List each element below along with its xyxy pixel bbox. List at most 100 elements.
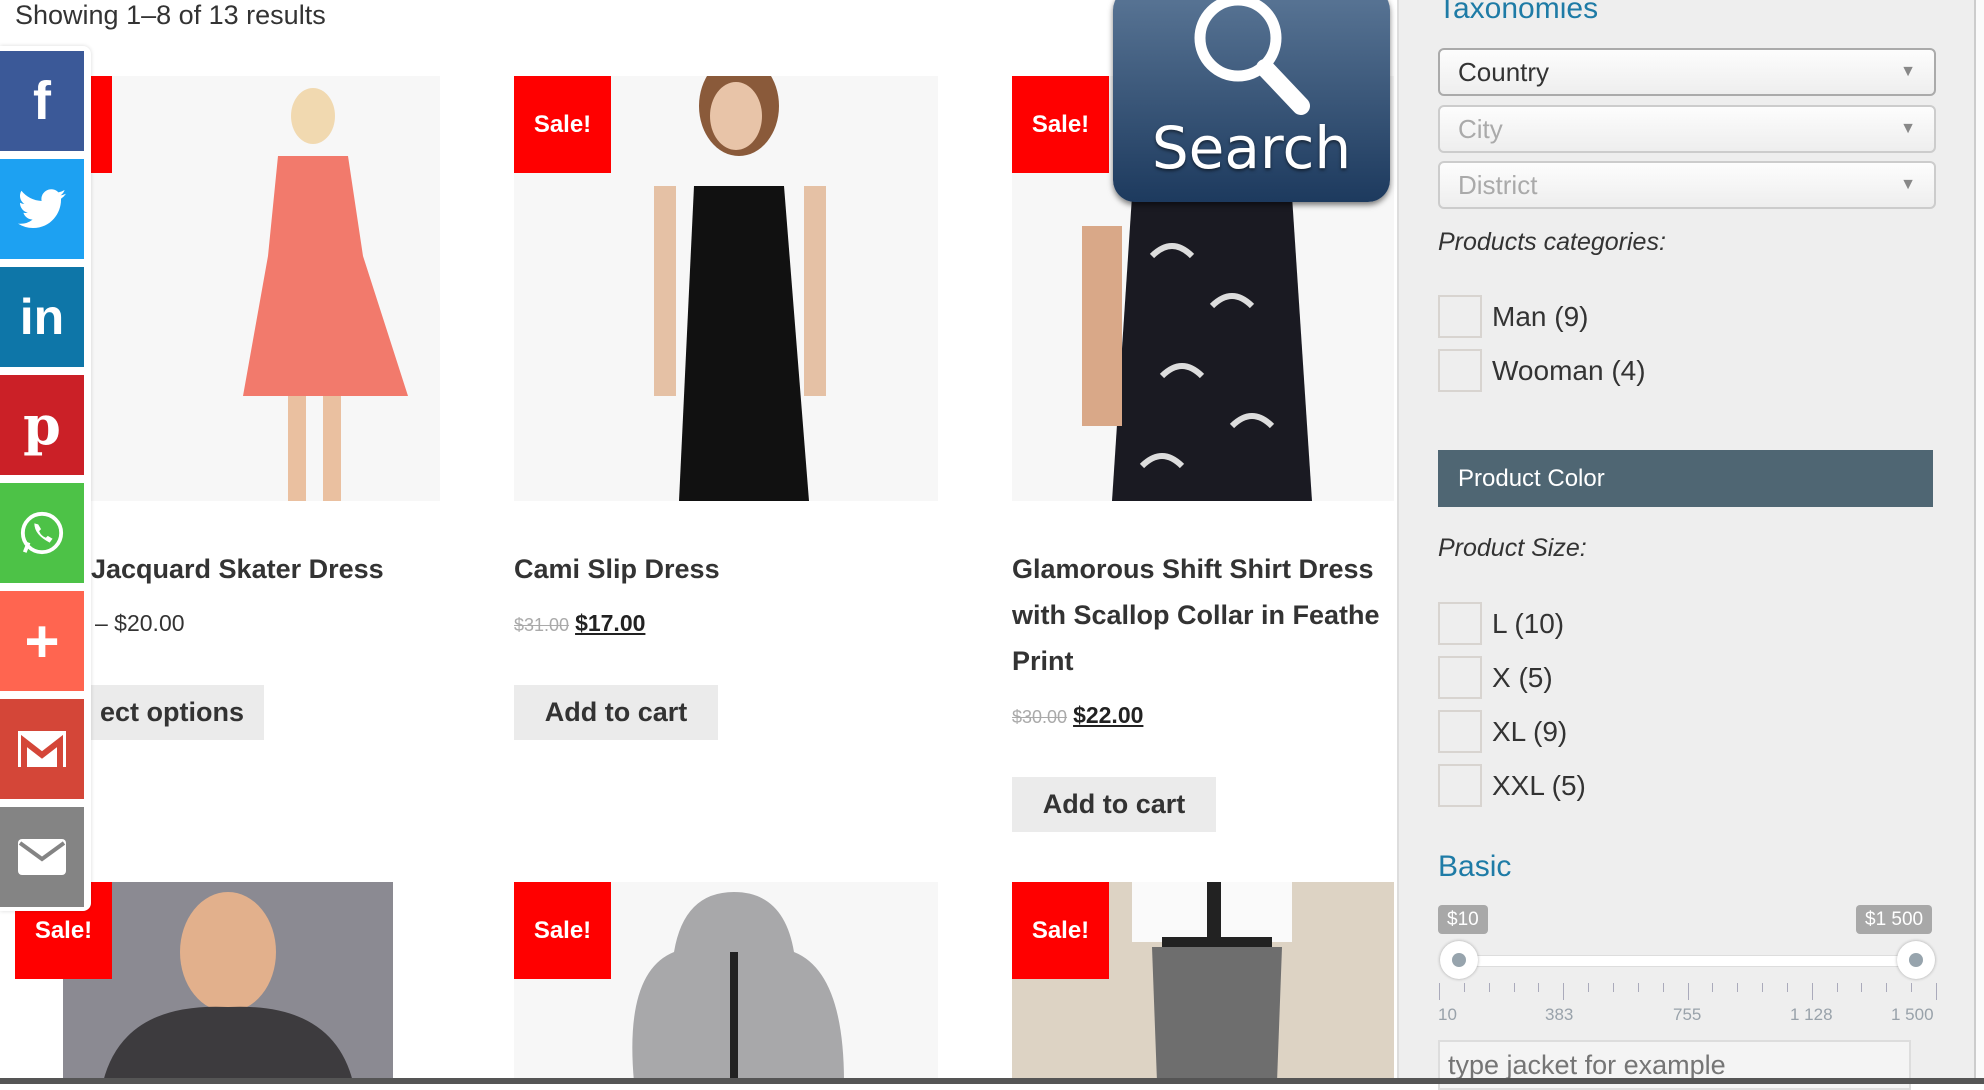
title-line: Glamorous Shift Shirt Dress xyxy=(1012,554,1374,584)
select-options-button[interactable]: ect options xyxy=(80,685,264,740)
facebook-icon: f xyxy=(33,71,51,131)
slider-tick xyxy=(1612,983,1614,992)
checkbox[interactable] xyxy=(1438,349,1482,392)
sale-badge: Sale! xyxy=(514,882,611,979)
slider-tick xyxy=(1488,983,1490,992)
product-image[interactable] xyxy=(63,76,440,501)
gmail-icon xyxy=(18,731,66,767)
pinterest-icon: p xyxy=(23,393,61,457)
sale-badge: Sale! xyxy=(1012,76,1109,173)
checkbox[interactable] xyxy=(1438,764,1482,807)
categories-label: Products categories: xyxy=(1438,228,1666,256)
result-count: Showing 1–8 of 13 results xyxy=(15,0,326,30)
slider-tick xyxy=(1762,983,1764,992)
email-share-button[interactable] xyxy=(0,807,84,907)
tick-label: 383 xyxy=(1545,1005,1574,1024)
slider-tick xyxy=(1886,983,1888,992)
product-title[interactable]: Jacquard Skater Dress xyxy=(91,546,384,592)
slider-tick xyxy=(1662,983,1664,992)
sale-badge: Sale! xyxy=(1012,882,1109,979)
tick-label: 1 128 xyxy=(1790,1005,1833,1024)
tick-label: 10 xyxy=(1438,1005,1457,1024)
size-checkbox[interactable]: X (5) xyxy=(1438,656,1553,699)
size-checkbox[interactable]: XXL (5) xyxy=(1438,764,1586,807)
tick-label: 1 500 xyxy=(1891,1005,1934,1024)
slider-tick xyxy=(1687,983,1689,1000)
slider-tick xyxy=(1936,983,1937,1000)
price-max-badge: $1 500 xyxy=(1856,905,1933,934)
email-icon xyxy=(18,839,66,875)
twitter-share-button[interactable] xyxy=(0,159,84,259)
slider-tick xyxy=(1463,983,1465,992)
slider-tick xyxy=(1811,983,1813,1000)
title-line: Print xyxy=(1012,646,1074,676)
district-select[interactable]: District ▼ xyxy=(1438,161,1936,209)
pinterest-share-button[interactable]: p xyxy=(0,375,84,475)
price-slider-max-handle[interactable] xyxy=(1897,941,1935,979)
product-title[interactable]: Cami Slip Dress xyxy=(514,546,720,592)
tick-label: 755 xyxy=(1673,1005,1702,1024)
sale-price: $17.00 xyxy=(575,610,646,636)
city-select-value: City xyxy=(1458,113,1503,144)
chevron-down-icon: ▼ xyxy=(1900,176,1916,193)
search-overlay-button[interactable]: Search xyxy=(1113,0,1390,202)
product-color-toggle[interactable]: Product Color xyxy=(1438,450,1933,507)
price-slider-min-handle[interactable] xyxy=(1440,941,1478,979)
category-checkbox[interactable]: Wooman (4) xyxy=(1438,349,1646,392)
checkbox-label: L (10) xyxy=(1492,607,1565,639)
product-title[interactable]: Glamorous Shift Shirt Dress with Scallop… xyxy=(1012,546,1397,684)
slider-tick xyxy=(1538,983,1540,992)
twitter-icon xyxy=(18,189,66,228)
size-label: Product Size: xyxy=(1438,534,1587,562)
sale-badge: Sale! xyxy=(514,76,611,173)
checkbox-label: X (5) xyxy=(1492,661,1553,693)
slider-tick xyxy=(1861,983,1863,992)
basic-title: Basic xyxy=(1438,850,1512,883)
product-price: $31.00 $17.00 xyxy=(514,610,645,637)
category-checkbox[interactable]: Man (9) xyxy=(1438,295,1588,338)
product-image[interactable] xyxy=(63,882,393,1082)
whatsapp-icon xyxy=(20,511,64,555)
sale-price: $22.00 xyxy=(1073,702,1144,728)
plus-icon: + xyxy=(24,607,60,675)
chevron-down-icon: ▼ xyxy=(1900,63,1916,80)
linkedin-share-button[interactable]: in xyxy=(0,267,84,367)
size-checkbox[interactable]: XL (9) xyxy=(1438,710,1567,753)
product-price: – $20.00 xyxy=(95,610,185,636)
checkbox[interactable] xyxy=(1438,656,1482,699)
checkbox-label: Man (9) xyxy=(1492,300,1589,332)
checkbox[interactable] xyxy=(1438,295,1482,338)
checkbox-label: XXL (5) xyxy=(1492,769,1586,801)
product-price: $30.00 $22.00 xyxy=(1012,702,1143,729)
city-select[interactable]: City ▼ xyxy=(1438,105,1936,153)
size-checkbox[interactable]: L (10) xyxy=(1438,602,1564,645)
window-bottom-edge xyxy=(0,1078,1984,1084)
slider-tick xyxy=(1737,983,1739,992)
checkbox[interactable] xyxy=(1438,710,1482,753)
checkbox[interactable] xyxy=(1438,602,1482,645)
add-to-cart-button[interactable]: Add to cart xyxy=(514,685,718,740)
price-min-badge: $10 xyxy=(1438,905,1488,934)
social-share-bar: f in p + xyxy=(0,46,91,911)
checkbox-label: Wooman (4) xyxy=(1492,354,1646,386)
old-price: $30.00 xyxy=(1012,707,1068,727)
facebook-share-button[interactable]: f xyxy=(0,51,84,151)
slider-tick xyxy=(1786,983,1788,992)
add-to-cart-button[interactable]: Add to cart xyxy=(1012,777,1216,832)
slider-tick xyxy=(1513,983,1515,992)
price-slider-track[interactable] xyxy=(1450,955,1920,967)
whatsapp-share-button[interactable] xyxy=(0,483,84,583)
search-label: Search xyxy=(1151,114,1352,182)
slider-tick xyxy=(1439,983,1440,1000)
linkedin-icon: in xyxy=(19,289,65,345)
chevron-down-icon: ▼ xyxy=(1900,120,1916,137)
slider-tick xyxy=(1911,983,1913,992)
country-select[interactable]: Country ▼ xyxy=(1438,48,1936,96)
slider-tick xyxy=(1563,983,1565,1000)
page-edge xyxy=(1974,0,1984,1084)
slider-tick xyxy=(1588,983,1590,992)
district-select-value: District xyxy=(1458,169,1538,200)
more-share-button[interactable]: + xyxy=(0,591,84,691)
taxonomies-title: Taxonomies xyxy=(1438,0,1599,25)
gmail-share-button[interactable] xyxy=(0,699,84,799)
